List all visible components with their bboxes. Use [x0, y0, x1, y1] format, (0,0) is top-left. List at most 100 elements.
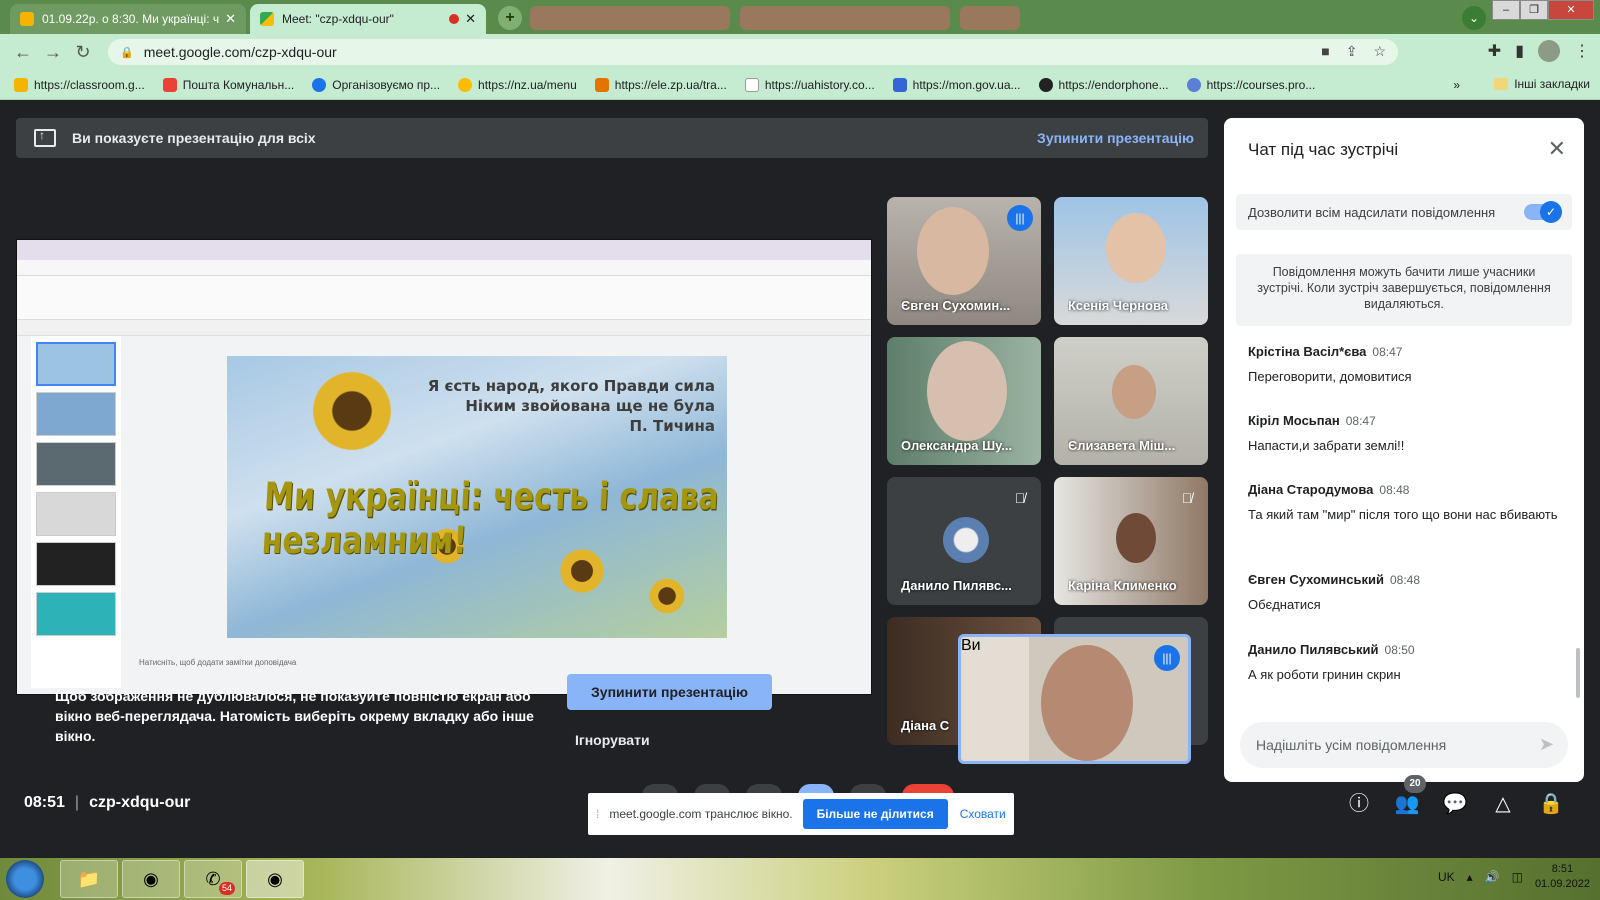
chat-message-input[interactable]: Надішліть усім повідомлення ➤	[1240, 722, 1568, 768]
forward-icon[interactable]: →	[38, 42, 68, 63]
shared-address-bar	[17, 260, 871, 276]
self-view-tile[interactable]: ||| Ви	[958, 634, 1191, 764]
lock-icon[interactable]: 🔒	[120, 46, 134, 59]
background-tab[interactable]	[960, 6, 1020, 30]
chat-scrollbar[interactable]	[1576, 648, 1580, 698]
tab-title: 01.09.22р. о 8:30. Ми українці: ч	[42, 12, 220, 26]
restore-button[interactable]: ❐	[1520, 0, 1548, 20]
reload-icon[interactable]: ↻	[68, 42, 98, 63]
explorer-taskbar-icon[interactable]: 📁	[60, 860, 118, 898]
minimize-button[interactable]: –	[1492, 0, 1520, 20]
address-bar[interactable]: 🔒 meet.google.com/czp-xdqu-our ■ ⇪ ☆	[108, 39, 1398, 65]
slide-filmstrip	[31, 336, 121, 688]
profile-avatar[interactable]	[1538, 40, 1560, 62]
volume-icon[interactable]: 🔊	[1485, 870, 1500, 884]
speaker-notes-hint: Натисніть, щоб додати замітки доповідача	[139, 658, 297, 667]
bookmark-label: Організовуємо пр...	[332, 77, 441, 92]
participant-tile[interactable]: Ксенія Чернова	[1054, 197, 1208, 325]
camera-icon[interactable]: ■	[1321, 43, 1329, 60]
folder-icon	[1494, 78, 1509, 90]
bookmark-item[interactable]: https://uahistory.co...	[744, 77, 875, 92]
gmail-icon	[162, 77, 177, 92]
shared-screen: Я єсть народ, якого Правди сила Ніким зв…	[16, 239, 872, 695]
url-text: meet.google.com/czp-xdqu-our	[143, 44, 337, 60]
extensions-icon[interactable]: ✚	[1488, 41, 1501, 61]
speaking-indicator-icon: |||	[1007, 205, 1033, 231]
side-panel-icon[interactable]: ▮	[1515, 41, 1524, 61]
stop-presenting-link[interactable]: Зупинити презентацію	[1037, 130, 1194, 146]
screen-share-notification: ⁞ meet.google.com транслює вікно. Більше…	[588, 793, 1014, 835]
bookmark-item[interactable]: https://ele.zp.ua/tra...	[594, 77, 727, 92]
people-icon[interactable]: 👥 20	[1394, 775, 1426, 817]
shared-browser-tabs	[17, 240, 871, 260]
participant-tile[interactable]: 🎙̸ Данило Пилявс...	[887, 477, 1041, 605]
bookmarks-overflow-button[interactable]: »	[1453, 78, 1460, 92]
bookmark-item[interactable]: Пошта Комунальн...	[162, 77, 294, 92]
language-indicator[interactable]: UK	[1438, 870, 1455, 884]
participant-name: Каріна Клименко	[1068, 578, 1177, 593]
bookmark-label: https://nz.ua/menu	[478, 77, 577, 92]
meeting-info: 08:51 | czp-xdqu-our	[24, 794, 191, 811]
chevron-down-icon[interactable]: ⌄	[1462, 6, 1486, 30]
bookmark-item[interactable]: Організовуємо пр...	[312, 77, 441, 92]
bookmark-icon	[744, 77, 759, 92]
chat-panel: Чат під час зустрічі ✕ Дозволити всім на…	[1224, 118, 1584, 782]
bookmark-item[interactable]: https://courses.pro...	[1186, 77, 1315, 92]
participant-name: Єлизавета Міш...	[1068, 438, 1176, 453]
participant-tile[interactable]: Єлизавета Міш...	[1054, 337, 1208, 465]
side-controls: ⓘ 👥 20 💬 △ 🔒	[1346, 775, 1564, 817]
other-bookmarks[interactable]: Інші закладки	[1494, 77, 1590, 91]
bookmark-item[interactable]: https://endorphone...	[1038, 77, 1169, 92]
tray-overflow-icon[interactable]: ▴	[1467, 870, 1473, 884]
system-clock[interactable]: 8:51 01.09.2022	[1535, 862, 1590, 892]
ignore-button[interactable]: Ігнорувати	[575, 732, 650, 748]
sunflower-image	[307, 366, 397, 456]
window-close-button[interactable]: ✕	[1548, 0, 1594, 20]
stop-presenting-button[interactable]: Зупинити презентацію	[567, 674, 772, 710]
star-icon[interactable]: ☆	[1373, 43, 1386, 60]
bookmark-item[interactable]: https://classroom.g...	[14, 77, 145, 92]
background-tab[interactable]	[740, 6, 950, 30]
close-icon[interactable]: ✕	[465, 11, 476, 27]
slide-thumbnail	[36, 342, 116, 386]
chrome-active-taskbar-icon[interactable]: ◉	[246, 860, 304, 898]
new-tab-button[interactable]: +	[498, 6, 522, 30]
notification-badge: 54	[218, 882, 235, 895]
hide-button[interactable]: Сховати	[960, 807, 1006, 821]
info-icon[interactable]: ⓘ	[1346, 791, 1372, 817]
close-icon[interactable]: ✕	[1548, 136, 1566, 162]
back-icon[interactable]: ←	[8, 42, 38, 63]
participant-tile[interactable]: ||| Євген Сухомин...	[887, 197, 1041, 325]
bookmark-item[interactable]: https://mon.gov.ua...	[892, 77, 1021, 92]
allow-messages-toggle[interactable]: ✓	[1524, 201, 1562, 223]
background-tab[interactable]	[530, 6, 730, 30]
participant-name: Данило Пилявс...	[901, 578, 1012, 593]
network-icon[interactable]: ◫	[1512, 870, 1523, 884]
chrome-taskbar-icon[interactable]: ◉	[122, 860, 180, 898]
stop-sharing-button[interactable]: Більше не ділитися	[802, 799, 948, 829]
close-icon[interactable]: ✕	[225, 11, 236, 27]
bookmark-item[interactable]: https://nz.ua/menu	[458, 77, 577, 92]
windows-taskbar: 📁 ◉ ✆ 54 ◉ UK ▴ 🔊 ◫ 8:51 01.09.2022	[0, 858, 1600, 900]
chat-message: Євген Сухоминський 08:48 Обєднатися	[1248, 572, 1568, 614]
participant-video	[927, 341, 1007, 441]
participant-tile[interactable]: Олександра Шу...	[887, 337, 1041, 465]
slide-thumbnail	[36, 542, 116, 586]
start-button[interactable]	[6, 860, 44, 898]
message-text: Переговорити, домовитися	[1248, 369, 1412, 384]
participant-tile[interactable]: 🎙̸ Каріна Клименко	[1054, 477, 1208, 605]
chat-icon[interactable]: 💬	[1442, 791, 1468, 817]
tab-meet[interactable]: Meet: "czp-xdqu-our" ✕	[250, 4, 486, 34]
drag-handle-icon[interactable]: ⁞	[596, 807, 599, 821]
share-icon[interactable]: ⇪	[1346, 43, 1358, 60]
more-menu-icon[interactable]: ⋮	[1574, 41, 1590, 61]
message-author: Крістіна Васіл*єва	[1248, 344, 1367, 359]
activities-icon[interactable]: △	[1490, 791, 1516, 817]
message-text: Напасти,и забрати землі!!	[1248, 438, 1405, 453]
browser-tabstrip: 01.09.22р. о 8:30. Ми українці: ч ✕ Meet…	[0, 0, 1600, 34]
tab-presentation[interactable]: 01.09.22р. о 8:30. Ми українці: ч ✕	[10, 4, 246, 34]
viber-taskbar-icon[interactable]: ✆ 54	[184, 860, 242, 898]
chat-info-notice: Повідомлення можуть бачити лише учасники…	[1236, 254, 1572, 326]
send-icon[interactable]: ➤	[1539, 734, 1554, 755]
host-controls-icon[interactable]: 🔒	[1538, 791, 1564, 817]
